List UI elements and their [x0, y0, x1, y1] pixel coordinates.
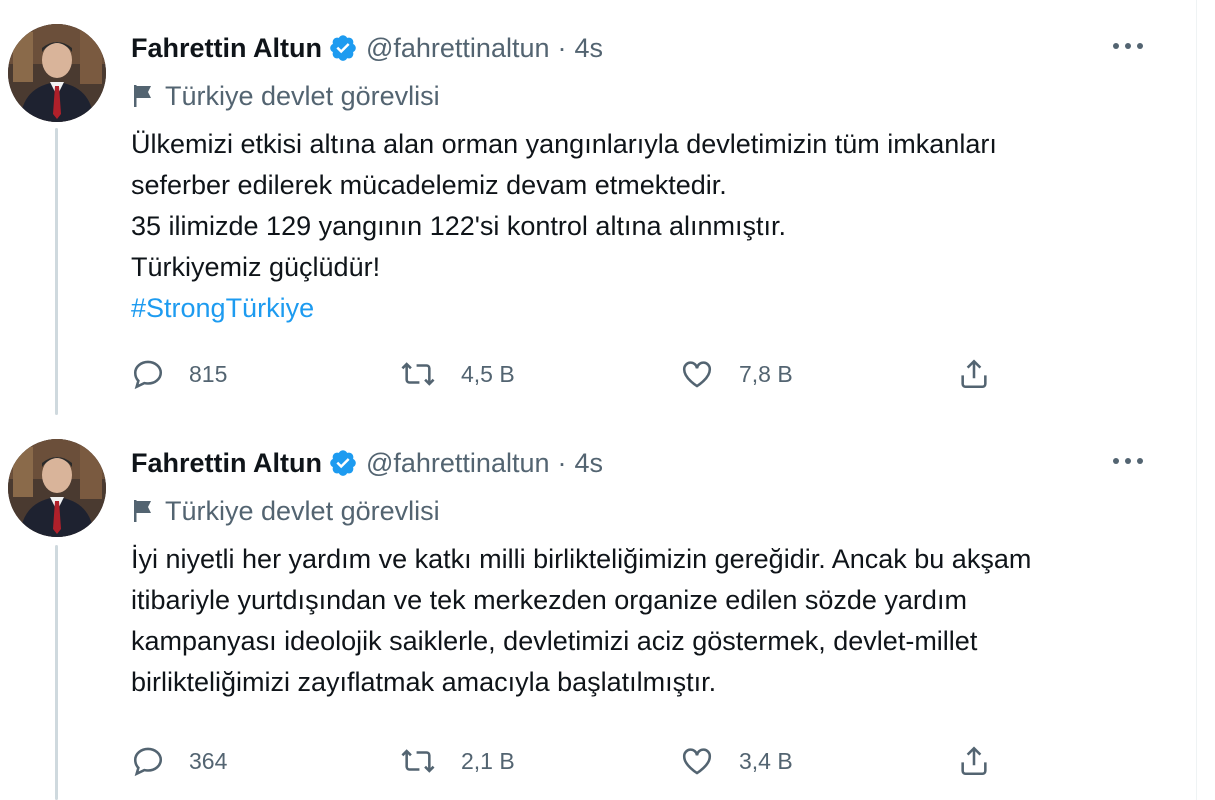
like-icon: [682, 361, 712, 388]
author-handle[interactable]: @fahrettinaltun: [366, 33, 550, 64]
tweet-text: İyi niyetli her yardım ve katkı milli bi…: [131, 539, 1156, 703]
more-icon[interactable]: [1110, 28, 1146, 64]
tweet-text-line: kampanyası ideolojik saiklerle, devletim…: [131, 626, 978, 656]
like-count: 3,4 B: [739, 747, 793, 774]
reply-button[interactable]: 364: [131, 741, 227, 781]
share-icon: [961, 359, 987, 389]
tweet-text: Ülkemizi etkisi altına alan orman yangın…: [131, 124, 1156, 329]
verified-badge-icon: [328, 448, 358, 478]
reply-icon: [133, 360, 163, 390]
more-icon[interactable]: [1110, 443, 1146, 479]
separator-dot: ·: [557, 32, 567, 63]
government-label-text: Türkiye devlet görevlisi: [165, 495, 440, 526]
hashtag-link[interactable]: #StrongTürkiye: [131, 288, 1156, 329]
flag-icon: [134, 500, 151, 522]
tweet-text-line: Ülkemizi etkisi altına alan orman yangın…: [131, 129, 997, 159]
government-label: Türkiye devlet görevlisi: [131, 493, 440, 529]
retweet-count: 2,1 B: [461, 747, 515, 774]
government-label-text: Türkiye devlet görevlisi: [165, 80, 440, 111]
share-button[interactable]: [957, 354, 1015, 394]
thread-line: [55, 545, 58, 800]
retweet-icon: [401, 362, 435, 386]
tweet[interactable]: Fahrettin Altun @fahrettinaltun · 4s Tür…: [0, 415, 1196, 800]
tweet-time[interactable]: 4s: [575, 448, 604, 479]
tweet-text-line: seferber edilerek mücadelemiz devam etme…: [131, 170, 727, 200]
author-name[interactable]: Fahrettin Altun: [131, 33, 322, 64]
avatar[interactable]: [8, 439, 106, 537]
verified-badge-icon: [328, 33, 358, 63]
reply-icon: [133, 747, 163, 777]
government-label: Türkiye devlet görevlisi: [131, 78, 440, 114]
retweet-button[interactable]: 2,1 B: [399, 741, 515, 781]
avatar[interactable]: [8, 24, 106, 122]
reply-button[interactable]: 815: [131, 354, 227, 394]
tweet-text-line: Türkiyemiz güçlüdür!: [131, 252, 381, 282]
share-icon: [961, 746, 987, 776]
like-button[interactable]: 7,8 B: [679, 354, 793, 394]
reply-count: 815: [189, 360, 228, 387]
timeline-border: [1196, 0, 1197, 800]
retweet-button[interactable]: 4,5 B: [399, 354, 515, 394]
reply-count: 364: [189, 747, 228, 774]
separator-dot: ·: [557, 447, 567, 478]
retweet-count: 4,5 B: [461, 360, 515, 387]
thread-line: [55, 128, 58, 415]
tweet-text-line: 35 ilimizde 129 yangının 122'si kontrol …: [131, 211, 787, 241]
tweet-text-line: İyi niyetli her yardım ve katkı milli bi…: [131, 544, 1032, 574]
author-handle[interactable]: @fahrettinaltun: [366, 448, 550, 479]
tweet-actions: 364 2,1 B 3,4 B: [131, 741, 1011, 781]
like-button[interactable]: 3,4 B: [679, 741, 793, 781]
retweet-icon: [401, 749, 435, 773]
author-name[interactable]: Fahrettin Altun: [131, 448, 322, 479]
tweet-header: Fahrettin Altun @fahrettinaltun · 4s: [131, 28, 603, 68]
tweet-time[interactable]: 4s: [575, 33, 604, 64]
like-count: 7,8 B: [739, 360, 793, 387]
like-icon: [682, 748, 712, 775]
tweet-actions: 815 4,5 B 7,8 B: [131, 354, 1011, 394]
share-button[interactable]: [957, 741, 1015, 781]
tweet-text-line: birlikteliğimizi zayıflatmak amacıyla ba…: [131, 667, 717, 697]
flag-icon: [134, 85, 151, 107]
tweet-text-line: itibariyle yurtdışından ve tek merkezden…: [131, 585, 967, 615]
tweet[interactable]: Fahrettin Altun @fahrettinaltun · 4s Tür…: [0, 0, 1196, 415]
tweet-header: Fahrettin Altun @fahrettinaltun · 4s: [131, 443, 603, 483]
